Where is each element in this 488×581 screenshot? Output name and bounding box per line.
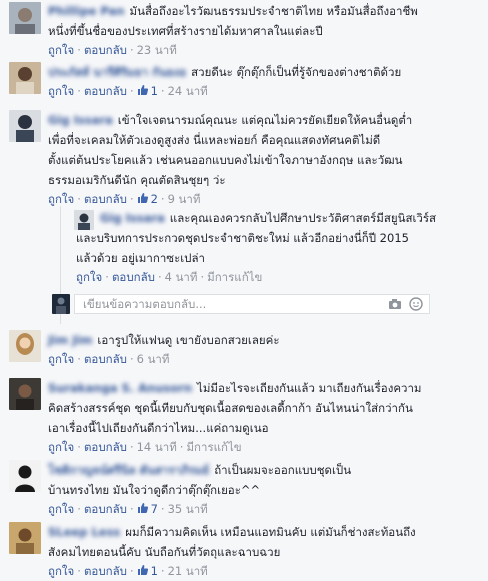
comment-actions: ถูกใจ · ตอบกลับ · 23 นาที: [48, 43, 177, 57]
like-link[interactable]: ถูกใจ: [48, 502, 74, 516]
camera-icon[interactable]: [388, 298, 402, 313]
avatar[interactable]: [9, 522, 41, 554]
comment-text: เอารูปให้แฟนดู เขายังบอกสวยเลยค่ะ: [97, 333, 280, 347]
commenter-name[interactable]: Gig Issara: [48, 113, 113, 127]
comment-text: และคุณเองควรกลับไปศึกษาประวัติศาสตร์มีสย…: [169, 211, 437, 225]
like-link[interactable]: ถูกใจ: [48, 84, 74, 98]
comment-text: ผมก็มีความคิดเห็น เหมือนแอทมินคับ แต่มัน…: [125, 525, 416, 539]
reply-link[interactable]: ตอบกลับ: [84, 564, 127, 578]
comment-actions: ถูกใจ · ตอบกลับ · 1 · 21 นาที: [48, 564, 208, 578]
comment-text: หนึ่งที่ขึ้นชื่อของประเทศที่สร้างรายได้ม…: [48, 24, 323, 38]
comment-text: เอาเรื่องนี้ไปเถียงกันดีกว่าไหม...แค่ถาม…: [48, 421, 269, 435]
commenter-name[interactable]: Phillipe Pan: [48, 4, 125, 18]
avatar[interactable]: [9, 2, 41, 34]
timestamp[interactable]: 24 นาที: [168, 84, 208, 98]
comment-text: แล้วด้วย อยู่เมากาซะเปล่า: [76, 251, 205, 265]
timestamp[interactable]: 23 นาที: [137, 43, 177, 57]
timestamp[interactable]: 6 นาที: [137, 352, 170, 366]
comment-text: เพื่อที่จะเคลมให้ตัวเองดูสูงส่ง นี่แหละพ…: [48, 133, 381, 147]
like-link[interactable]: ถูกใจ: [76, 270, 102, 284]
current-user-avatar: [52, 294, 70, 314]
like-count[interactable]: 7: [137, 502, 158, 516]
comment-actions: ถูกใจ · ตอบกลับ · 2 · 9 นาที: [48, 192, 201, 206]
comment-actions: ถูกใจ · ตอบกลับ · 6 นาที: [48, 352, 170, 366]
avatar[interactable]: [9, 62, 41, 94]
sticker-icon[interactable]: [409, 297, 423, 314]
reply-link[interactable]: ตอบกลับ: [84, 192, 127, 206]
edited-label[interactable]: มีการแก้ไข: [207, 270, 262, 284]
timestamp[interactable]: 9 นาที: [168, 192, 201, 206]
avatar[interactable]: [9, 110, 41, 142]
reply-link[interactable]: ตอบกลับ: [84, 43, 127, 57]
avatar[interactable]: [9, 378, 41, 410]
reply-link[interactable]: ตอบกลับ: [84, 502, 127, 516]
avatar[interactable]: [9, 460, 41, 492]
edited-label[interactable]: มีการแก้ไข: [186, 440, 241, 454]
comment-thread: Phillipe Pan มันสื่อถึงอะไรวัฒนธรรมประจำช…: [0, 0, 488, 581]
commenter-name[interactable]: ประภัสส์ นารีศิริมยา กันยงอ: [48, 65, 186, 79]
reply-input[interactable]: เขียนข้อความตอบกลับ...: [74, 294, 430, 314]
comment-text: สวยดีนะ ตุ๊กตุ๊กก็เป็นที่รู้จักของต่างชา…: [191, 65, 402, 79]
comment-text: คิดสร้างสรรค์ชุด ชุดนี้เทียบกับชุดเนื้อส…: [48, 401, 413, 415]
thumbs-up-icon: [137, 503, 148, 513]
reply-placeholder: เขียนข้อความตอบกลับ...: [83, 297, 207, 311]
reply-link[interactable]: ตอบกลับ: [112, 270, 155, 284]
like-link[interactable]: ถูกใจ: [48, 440, 74, 454]
timestamp[interactable]: 21 นาที: [168, 564, 208, 578]
commenter-name[interactable]: Gig Issara: [100, 211, 165, 225]
reply-link[interactable]: ตอบกลับ: [84, 352, 127, 366]
timestamp[interactable]: 35 นาที: [168, 502, 208, 516]
reply-link[interactable]: ตอบกลับ: [84, 84, 127, 98]
comment-text: ไม่มีอะไรจะเถียงกันแล้ว มาเถียงกันเรื่อง…: [197, 381, 422, 395]
like-count[interactable]: 2: [137, 192, 158, 206]
like-link[interactable]: ถูกใจ: [48, 352, 74, 366]
comment-text: ธรรมอเมริกันดีนัก คุณตัดสินชุยๆ ว่ะ: [48, 173, 226, 187]
thumbs-up-icon: [137, 85, 148, 95]
timestamp[interactable]: 4 นาที: [165, 270, 198, 284]
comment-text: ถ้าเป็นผมจะออกแบบชุดเป็น: [214, 463, 352, 477]
comment-actions: ถูกใจ · ตอบกลับ · 14 นาที · มีการแก้ไข: [48, 440, 242, 454]
thumbs-up-icon: [137, 565, 148, 575]
comment-text: และบริบทการประกวดชุดประจำชาติชะใหม่ แล้ว…: [76, 231, 409, 245]
comment-text: เข้าใจเจตนารมณ์คุณนะ แต่คุณไม่ควรยัดเยีย…: [117, 113, 413, 127]
like-count[interactable]: 1: [137, 84, 158, 98]
like-link[interactable]: ถูกใจ: [48, 564, 74, 578]
reply-link[interactable]: ตอบกลับ: [84, 440, 127, 454]
comment-text: สังคมไทยตอนนี้คับ นับถือกันที่วัตถุและฉา…: [48, 545, 281, 559]
commenter-name[interactable]: Jim Jim: [48, 333, 92, 347]
comment-text: ตั้งแต่ต้นประโยคแล้ว เช่นคนออกแบบคงไม่เข…: [48, 153, 403, 167]
comment-actions: ถูกใจ · ตอบกลับ · 4 นาที · มีการแก้ไข: [76, 270, 263, 284]
commenter-name[interactable]: โชติกาญจน์ศรีนิล ตันสาราภิรมย์: [48, 463, 209, 477]
like-count[interactable]: 1: [137, 564, 158, 578]
comment-text: บ้านทรงไทย มันใจว่าดูดีกว่าตุ๊กตุ๊กเยอะ^…: [48, 483, 261, 497]
comment-actions: ถูกใจ · ตอบกลับ · 1 · 24 นาที: [48, 84, 208, 98]
avatar[interactable]: [9, 330, 41, 362]
thumbs-up-icon: [137, 193, 148, 203]
avatar[interactable]: [74, 210, 94, 230]
like-link[interactable]: ถูกใจ: [48, 43, 74, 57]
commenter-name[interactable]: SLeep Less: [48, 525, 120, 539]
comment-actions: ถูกใจ · ตอบกลับ · 7 · 35 นาที: [48, 502, 208, 516]
commenter-name[interactable]: Surakanga S. Anusorn: [48, 381, 192, 395]
comment-text: มันสื่อถึงอะไรวัฒนธรรมประจำชาติไทย หรือม…: [129, 4, 418, 18]
timestamp[interactable]: 14 นาที: [137, 440, 177, 454]
like-link[interactable]: ถูกใจ: [48, 192, 74, 206]
